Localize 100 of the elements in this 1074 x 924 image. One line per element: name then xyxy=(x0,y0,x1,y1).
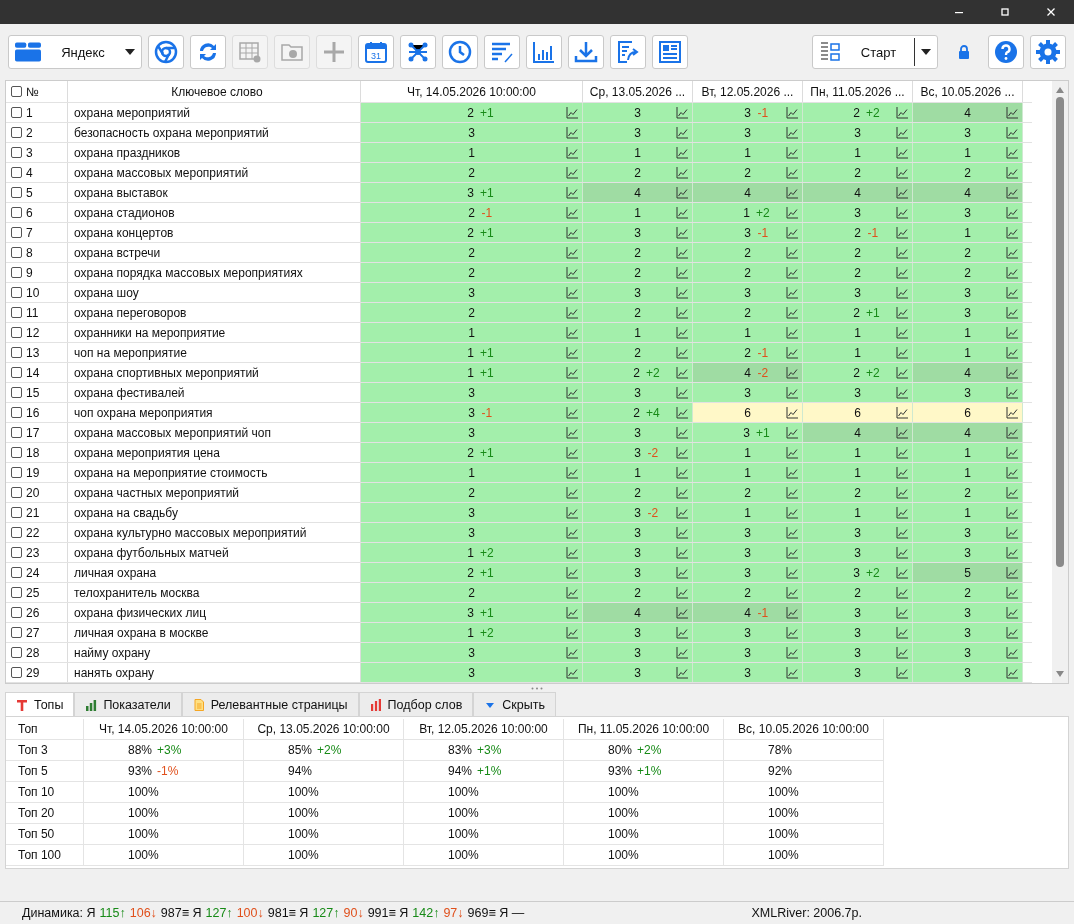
chart-icon[interactable] xyxy=(676,626,688,639)
chart-icon[interactable] xyxy=(896,586,908,599)
chart-icon[interactable] xyxy=(1006,246,1018,259)
chart-icon[interactable] xyxy=(786,646,798,659)
row-checkbox[interactable] xyxy=(11,567,22,578)
help-button[interactable] xyxy=(988,35,1024,69)
row-checkbox[interactable] xyxy=(11,187,22,198)
row-checkbox[interactable] xyxy=(11,487,22,498)
chart-icon[interactable] xyxy=(786,486,798,499)
chart-icon[interactable] xyxy=(786,406,798,419)
chart-icon[interactable] xyxy=(1006,206,1018,219)
chart-icon[interactable] xyxy=(786,346,798,359)
scrollbar[interactable] xyxy=(1052,81,1068,683)
row-checkbox[interactable] xyxy=(11,527,22,538)
chart-icon[interactable] xyxy=(1006,146,1018,159)
chart-icon[interactable] xyxy=(786,366,798,379)
row-checkbox[interactable] xyxy=(11,407,22,418)
column-header[interactable]: Вс, 10.05.2026 ... xyxy=(913,81,1023,102)
browser-button[interactable] xyxy=(148,35,184,69)
row-checkbox[interactable] xyxy=(11,447,22,458)
chart-icon[interactable] xyxy=(896,446,908,459)
chart-icon[interactable] xyxy=(896,346,908,359)
chart-icon[interactable] xyxy=(786,206,798,219)
chart-icon[interactable] xyxy=(1006,506,1018,519)
chart-icon[interactable] xyxy=(566,486,578,499)
chart-icon[interactable] xyxy=(786,226,798,239)
chart-icon[interactable] xyxy=(566,406,578,419)
network-button[interactable] xyxy=(400,35,436,69)
splitter-handle-icon[interactable] xyxy=(531,686,543,690)
row-checkbox[interactable] xyxy=(11,167,22,178)
row-checkbox[interactable] xyxy=(11,367,22,378)
scatter-button[interactable] xyxy=(526,35,562,69)
chart-icon[interactable] xyxy=(786,606,798,619)
chart-icon[interactable] xyxy=(786,186,798,199)
chart-icon[interactable] xyxy=(896,466,908,479)
chart-icon[interactable] xyxy=(676,506,688,519)
chart-icon[interactable] xyxy=(1006,666,1018,679)
lock-icon[interactable] xyxy=(958,45,970,59)
chart-icon[interactable] xyxy=(676,586,688,599)
chart-icon[interactable] xyxy=(566,666,578,679)
sort-button[interactable] xyxy=(484,35,520,69)
chart-icon[interactable] xyxy=(786,146,798,159)
chart-icon[interactable] xyxy=(896,146,908,159)
chart-icon[interactable] xyxy=(786,506,798,519)
row-checkbox[interactable] xyxy=(11,607,22,618)
row-checkbox[interactable] xyxy=(11,247,22,258)
chart-icon[interactable] xyxy=(896,606,908,619)
column-header[interactable]: Ср, 13.05.2026 ... xyxy=(583,81,693,102)
chart-icon[interactable] xyxy=(1006,386,1018,399)
chart-icon[interactable] xyxy=(896,546,908,559)
chart-icon[interactable] xyxy=(786,586,798,599)
chart-icon[interactable] xyxy=(566,246,578,259)
chart-icon[interactable] xyxy=(896,226,908,239)
report-button[interactable] xyxy=(652,35,688,69)
row-checkbox[interactable] xyxy=(11,507,22,518)
chart-icon[interactable] xyxy=(566,166,578,179)
chart-icon[interactable] xyxy=(1006,626,1018,639)
chart-icon[interactable] xyxy=(786,446,798,459)
chart-icon[interactable] xyxy=(786,626,798,639)
chart-icon[interactable] xyxy=(896,246,908,259)
chart-icon[interactable] xyxy=(786,666,798,679)
row-checkbox[interactable] xyxy=(11,227,22,238)
column-header[interactable]: Ключевое слово xyxy=(68,81,361,102)
row-checkbox[interactable] xyxy=(11,307,22,318)
chart-icon[interactable] xyxy=(896,186,908,199)
chart-icon[interactable] xyxy=(896,486,908,499)
column-header[interactable]: № xyxy=(26,84,39,99)
chart-icon[interactable] xyxy=(676,446,688,459)
row-checkbox[interactable] xyxy=(11,207,22,218)
chart-icon[interactable] xyxy=(1006,406,1018,419)
panel-tab[interactable]: Подбор слов xyxy=(358,692,474,716)
chart-icon[interactable] xyxy=(896,306,908,319)
settings-button[interactable] xyxy=(1030,35,1066,69)
scrollbar-thumb[interactable] xyxy=(1056,97,1064,567)
chart-icon[interactable] xyxy=(676,666,688,679)
chart-icon[interactable] xyxy=(1006,166,1018,179)
chart-icon[interactable] xyxy=(676,426,688,439)
search-engine-select[interactable]: Яндекс xyxy=(8,35,142,69)
chart-icon[interactable] xyxy=(566,226,578,239)
chart-icon[interactable] xyxy=(1006,306,1018,319)
chart-icon[interactable] xyxy=(896,166,908,179)
panel-tab[interactable]: Релевантные страницы xyxy=(181,692,359,716)
chart-icon[interactable] xyxy=(566,106,578,119)
row-checkbox[interactable] xyxy=(11,287,22,298)
close-icon[interactable] xyxy=(1046,7,1056,17)
chart-icon[interactable] xyxy=(566,586,578,599)
chart-icon[interactable] xyxy=(1006,486,1018,499)
row-checkbox[interactable] xyxy=(11,107,22,118)
chart-icon[interactable] xyxy=(786,426,798,439)
chart-icon[interactable] xyxy=(676,346,688,359)
chart-icon[interactable] xyxy=(896,386,908,399)
chart-icon[interactable] xyxy=(566,446,578,459)
chart-icon[interactable] xyxy=(896,406,908,419)
chart-icon[interactable] xyxy=(786,286,798,299)
chart-icon[interactable] xyxy=(676,266,688,279)
chart-icon[interactable] xyxy=(896,106,908,119)
chart-icon[interactable] xyxy=(676,386,688,399)
chart-icon[interactable] xyxy=(566,526,578,539)
chart-icon[interactable] xyxy=(896,526,908,539)
chart-icon[interactable] xyxy=(566,546,578,559)
